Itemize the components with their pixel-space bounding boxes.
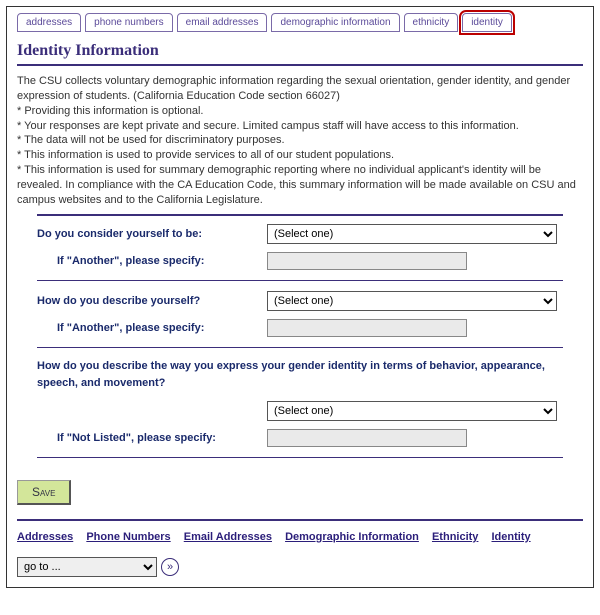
save-button[interactable]: Save [17,480,71,505]
form-block: Do you consider yourself to be: (Select … [37,214,563,458]
intro-line: * Your responses are kept private and se… [17,119,583,134]
question-2-label: How do you describe yourself? [37,295,257,307]
intro-line: * The data will not be used for discrimi… [17,133,583,148]
link-phone-numbers[interactable]: Phone Numbers [86,531,170,543]
question-1-label: Do you consider yourself to be: [37,228,257,240]
goto-button[interactable]: » [161,558,179,576]
divider [37,214,563,216]
question-1-select[interactable]: (Select one) [267,224,557,244]
question-3-label: How do you describe the way you express … [37,358,563,393]
intro-line: * This information is used for summary d… [17,163,583,208]
question-3-select[interactable]: (Select one) [267,401,557,421]
tab-bar: addresses phone numbers email addresses … [17,13,583,32]
goto-row: go to ... » [17,557,583,577]
title-rule [17,64,583,66]
question-2-specify-label: If "Another", please specify: [37,322,257,334]
tab-email-addresses[interactable]: email addresses [177,13,268,32]
link-ethnicity[interactable]: Ethnicity [432,531,478,543]
link-addresses[interactable]: Addresses [17,531,73,543]
intro-line: The CSU collects voluntary demographic i… [17,74,583,104]
page-title: Identity Information [17,42,583,60]
goto-select[interactable]: go to ... [17,557,157,577]
tab-addresses[interactable]: addresses [17,13,81,32]
question-1-specify-input[interactable] [267,252,467,270]
question-2-specify-row: If "Another", please specify: [37,319,563,337]
bottom-rule [17,519,583,521]
tab-identity[interactable]: identity [462,13,512,32]
intro-line: * Providing this information is optional… [17,104,583,119]
link-email-addresses[interactable]: Email Addresses [184,531,272,543]
question-3-specify-label: If "Not Listed", please specify: [37,432,257,444]
question-2-row: How do you describe yourself? (Select on… [37,291,563,311]
intro-line: * This information is used to provide se… [17,148,583,163]
tab-ethnicity[interactable]: ethnicity [404,13,459,32]
question-1-specify-row: If "Another", please specify: [37,252,563,270]
bottom-nav-links: Addresses Phone Numbers Email Addresses … [17,531,583,543]
question-2-specify-input[interactable] [267,319,467,337]
question-1-specify-label: If "Another", please specify: [37,255,257,267]
tab-demographic-information[interactable]: demographic information [271,13,399,32]
chevron-double-right-icon: » [167,561,173,573]
divider [37,347,563,348]
question-3-specify-input[interactable] [267,429,467,447]
question-2-select[interactable]: (Select one) [267,291,557,311]
question-1-row: Do you consider yourself to be: (Select … [37,224,563,244]
question-3-row: (Select one) [37,401,563,421]
page-container: addresses phone numbers email addresses … [6,6,594,588]
intro-text: The CSU collects voluntary demographic i… [17,74,583,208]
divider [37,457,563,458]
question-3-specify-row: If "Not Listed", please specify: [37,429,563,447]
divider [37,280,563,281]
link-demographic-information[interactable]: Demographic Information [285,531,419,543]
tab-phone-numbers[interactable]: phone numbers [85,13,173,32]
link-identity[interactable]: Identity [491,531,530,543]
